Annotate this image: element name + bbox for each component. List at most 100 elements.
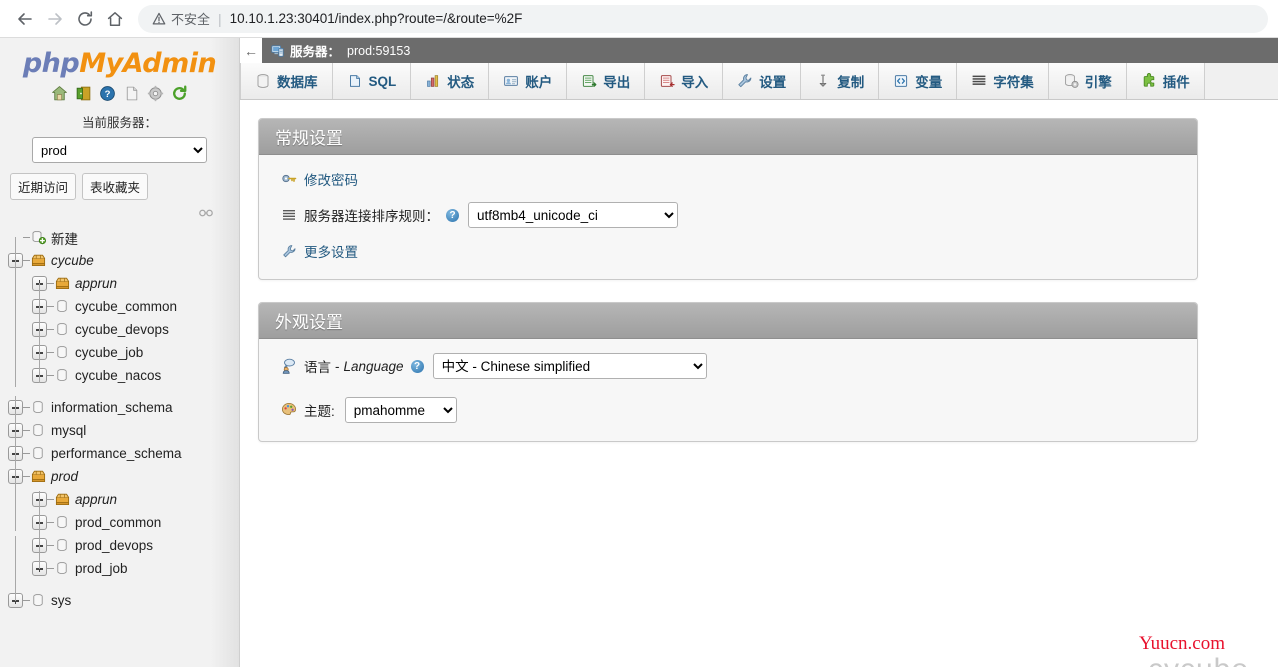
tab-wrench[interactable]: 设置 <box>723 63 802 99</box>
tab-accounts-card[interactable]: 账户 <box>489 63 568 99</box>
forward-arrow-icon[interactable] <box>40 4 70 34</box>
tree-connector-line <box>15 536 16 601</box>
sidebar-icon-bar: ? <box>0 85 239 102</box>
tab-plugin[interactable]: 插件 <box>1126 63 1205 99</box>
tab-variables[interactable]: 变量 <box>879 63 958 99</box>
tree-node-label[interactable]: apprun <box>75 276 117 291</box>
tree-node-label[interactable]: cycube_devops <box>75 322 169 337</box>
tree-connector <box>47 522 54 523</box>
home-icon[interactable] <box>51 85 68 102</box>
tree-node-cycube_common[interactable]: cycube_common <box>8 295 239 318</box>
tree-node-label[interactable]: apprun <box>75 492 117 507</box>
tab-charset[interactable]: 字符集 <box>957 63 1049 99</box>
tree-node-label[interactable]: mysql <box>51 423 86 438</box>
change-password-row[interactable]: 修改密码 <box>281 169 1181 189</box>
phpmyadmin-logo[interactable]: phpMyAdmin <box>0 38 239 79</box>
collapse-navigation-button[interactable]: ← <box>240 38 262 63</box>
tree-node-performance_schema[interactable]: performance_schema <box>8 442 239 465</box>
tree-node-label[interactable]: prod_common <box>75 515 161 530</box>
tree-connector <box>23 260 30 261</box>
tree-node-prod_common[interactable]: prod_common <box>8 511 239 534</box>
tab-label: 数据库 <box>277 75 318 90</box>
settings-icon[interactable] <box>147 85 164 102</box>
main-tab-bar: 数据库 SQL 状态 账户 导出 导入 设置 复制 变量 字符集 引擎 插件 <box>240 63 1278 100</box>
language-select[interactable]: 中文 - Chinese simplified <box>432 353 707 379</box>
tree-node-[interactable]: 新建 <box>8 226 239 249</box>
reload-icon[interactable] <box>171 85 188 102</box>
navigation-sidebar: phpMyAdmin ? 当前服务器： prod 近期访问 表收藏夹 新建 cy… <box>0 38 240 667</box>
more-settings-link[interactable]: 更多设置 <box>304 241 358 261</box>
server-select[interactable]: prod <box>32 137 207 163</box>
tree-node-prod[interactable]: prod <box>8 465 239 488</box>
tree-node-label[interactable]: performance_schema <box>51 446 182 461</box>
theme-select[interactable]: pmahomme <box>344 397 457 423</box>
tab-label: 变量 <box>915 75 943 90</box>
tab-label: 导入 <box>681 75 709 90</box>
help-circle-icon[interactable]: ? <box>410 359 424 373</box>
tree-node-prod_devops[interactable]: prod_devops <box>8 534 239 557</box>
home-icon[interactable] <box>100 4 130 34</box>
language-label-en: Language <box>343 358 404 374</box>
tree-node-prod_job[interactable]: prod_job <box>8 557 239 580</box>
omnibox-separator: | <box>218 10 222 27</box>
tree-node-label[interactable]: information_schema <box>51 400 173 415</box>
charset-icon <box>971 73 987 89</box>
tab-label: 字符集 <box>993 75 1034 90</box>
recent-tables-button[interactable]: 近期访问 <box>10 173 77 200</box>
export-icon <box>581 73 597 89</box>
engine-icon <box>1063 73 1079 89</box>
language-label-separator: - <box>335 358 340 374</box>
db-icon <box>54 561 71 576</box>
tree-node-label[interactable]: cycube <box>51 253 94 268</box>
language-row: 语言 - Language ? 中文 - Chinese simplified <box>281 353 1181 379</box>
tree-node-label[interactable]: prod <box>51 469 78 484</box>
tree-node-cycube_job[interactable]: cycube_job <box>8 341 239 364</box>
tab-database[interactable]: 数据库 <box>240 63 333 99</box>
tree-node-label[interactable]: 新建 <box>51 228 78 248</box>
db-open-icon <box>54 276 71 291</box>
tree-node-label[interactable]: cycube_common <box>75 299 177 314</box>
favorite-tables-button[interactable]: 表收藏夹 <box>82 173 149 200</box>
tree-node-apprun[interactable]: apprun <box>8 488 239 511</box>
tree-node-label[interactable]: prod_job <box>75 561 128 576</box>
logout-icon[interactable] <box>75 85 92 102</box>
tab-label: 账户 <box>525 75 553 90</box>
tree-node-information_schema[interactable]: information_schema <box>8 396 239 419</box>
address-bar[interactable]: 不安全 | 10.10.1.23:30401/index.php?route=/… <box>138 4 1268 33</box>
db-icon <box>54 368 71 383</box>
tree-node-label[interactable]: sys <box>51 593 71 608</box>
tab-label: 状态 <box>447 75 475 90</box>
tree-node-label[interactable]: cycube_job <box>75 345 143 360</box>
change-password-link[interactable]: 修改密码 <box>304 169 358 189</box>
db-open-icon <box>30 253 47 268</box>
status-chart-icon <box>425 73 441 89</box>
tab-sql-page[interactable]: SQL <box>332 63 412 99</box>
tree-node-cycube[interactable]: cycube <box>8 249 239 272</box>
collation-select[interactable]: utf8mb4_unicode_ci <box>468 202 678 228</box>
tree-connector <box>47 375 54 376</box>
tree-connector-line <box>15 396 16 531</box>
docs-icon[interactable] <box>123 85 140 102</box>
tree-node-label[interactable]: prod_devops <box>75 538 153 553</box>
reload-icon[interactable] <box>70 4 100 34</box>
tree-node-cycube_devops[interactable]: cycube_devops <box>8 318 239 341</box>
language-person-icon <box>281 358 297 374</box>
tab-engine[interactable]: 引擎 <box>1048 63 1127 99</box>
more-settings-row[interactable]: 更多设置 <box>281 241 1181 261</box>
main-content: ← 服务器： prod:59153 数据库 SQL 状态 账户 导出 导入 设置 复制 变量 字符… <box>240 38 1278 667</box>
back-arrow-icon[interactable] <box>10 4 40 34</box>
svg-text:?: ? <box>105 89 111 100</box>
tree-node-cycube_nacos[interactable]: cycube_nacos <box>8 364 239 387</box>
tree-node-label[interactable]: cycube_nacos <box>75 368 161 383</box>
tree-node-apprun[interactable]: apprun <box>8 272 239 295</box>
tree-node-sys[interactable]: sys <box>8 589 239 612</box>
tab-status-chart[interactable]: 状态 <box>411 63 490 99</box>
help-icon[interactable]: ? <box>99 85 116 102</box>
help-circle-icon[interactable]: ? <box>446 208 459 222</box>
tab-import[interactable]: 导入 <box>645 63 724 99</box>
tree-node-mysql[interactable]: mysql <box>8 419 239 442</box>
tab-export[interactable]: 导出 <box>567 63 646 99</box>
palette-icon <box>281 402 297 418</box>
link-toggle-icon[interactable] <box>199 208 213 218</box>
tab-replication[interactable]: 复制 <box>801 63 880 99</box>
